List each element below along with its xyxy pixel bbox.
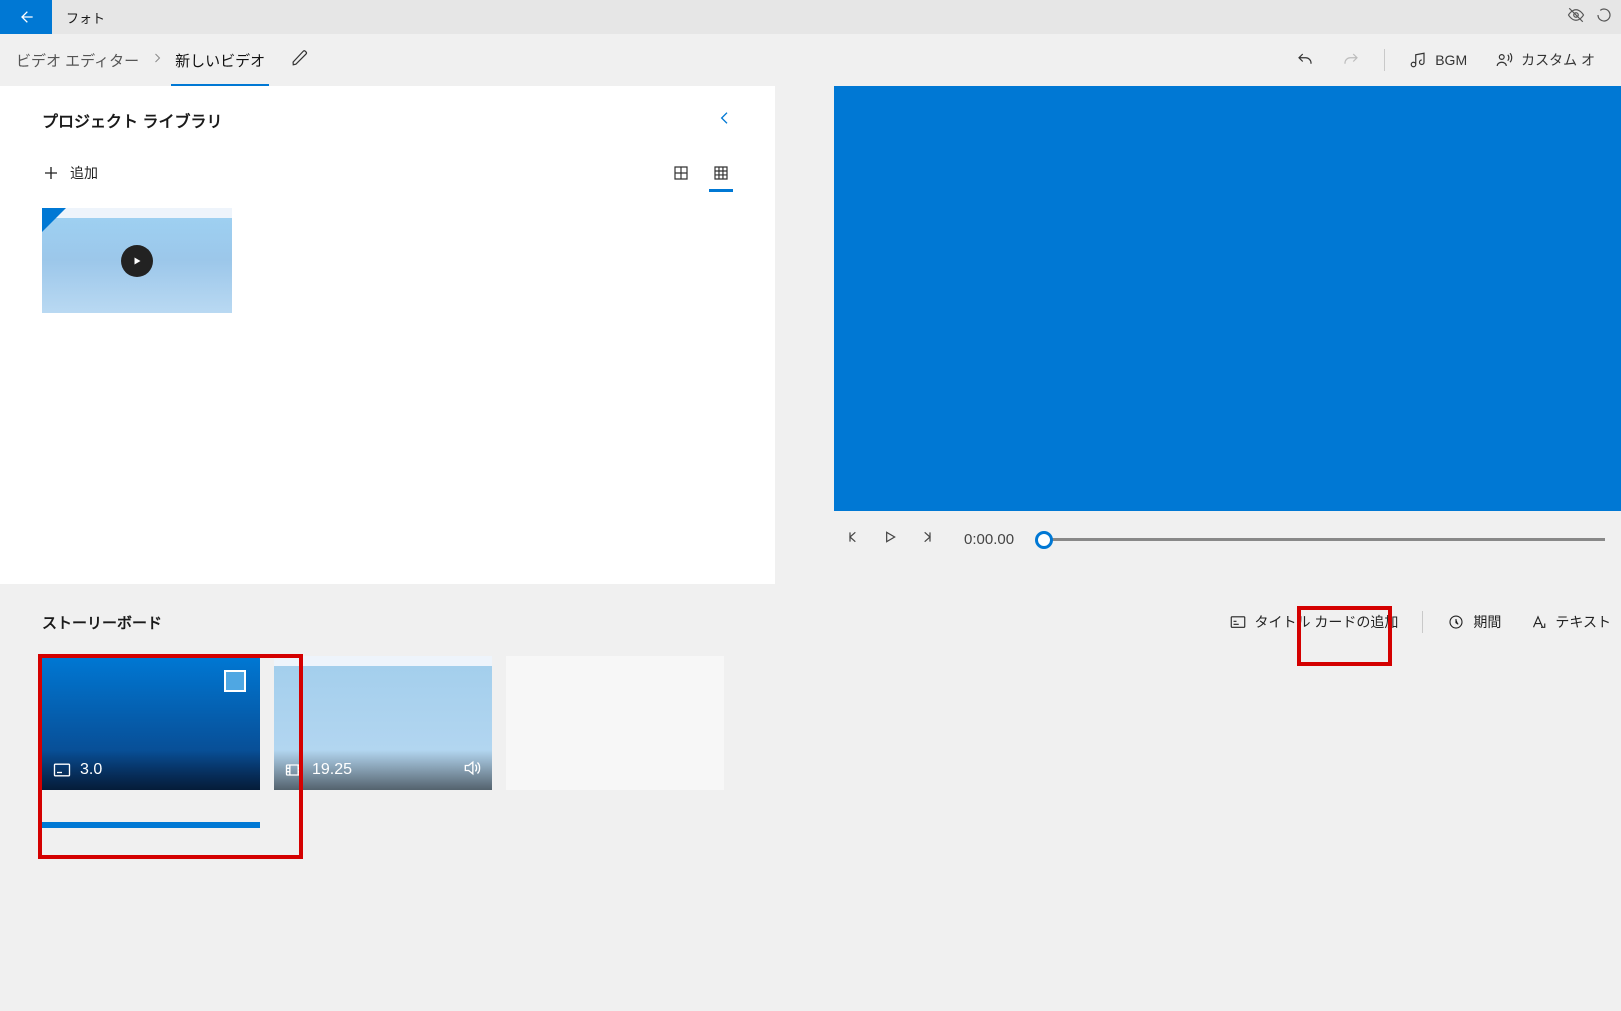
app-title: フォト (66, 8, 105, 27)
text-icon (1529, 613, 1547, 631)
storyboard-thumbnail: 3.0 (42, 656, 260, 790)
clock-icon (1447, 613, 1465, 631)
seek-knob[interactable] (1035, 531, 1053, 549)
collapse-library-button[interactable] (717, 110, 733, 131)
selected-marker-icon (42, 208, 66, 232)
toolbar-separator (1384, 49, 1385, 71)
frame-forward-button[interactable] (918, 529, 934, 550)
visibility-off-icon[interactable] (1567, 6, 1585, 29)
play-button[interactable] (882, 529, 898, 550)
title-card-icon (52, 760, 72, 780)
library-title: プロジェクト ライブラリ (42, 108, 222, 132)
add-title-card-label: タイトル カードの追加 (1255, 612, 1399, 632)
library-clip[interactable] (42, 208, 232, 313)
storyboard-panel: ストーリーボード タイトル カードの追加 期間 テキスト (0, 610, 1621, 1011)
grid-3x3-icon (712, 164, 730, 182)
storyboard-item-title[interactable]: 3.0 (42, 656, 260, 816)
undo-button[interactable] (1282, 45, 1328, 75)
undo-icon (1296, 51, 1314, 69)
preview-canvas (834, 86, 1621, 511)
duration-label: 期間 (1473, 612, 1501, 632)
chevron-left-icon (717, 110, 733, 126)
preview-panel: 0:00.00 (834, 86, 1621, 584)
storyboard-item-video[interactable]: 19.25 (274, 656, 492, 816)
grid-2x2-icon (672, 164, 690, 182)
bgm-label: BGM (1435, 52, 1467, 68)
arrow-left-icon (18, 9, 34, 25)
filmstrip-icon (284, 760, 304, 780)
selection-underline (42, 822, 260, 828)
add-media-label: 追加 (70, 163, 98, 183)
storyboard-separator (1422, 611, 1423, 633)
text-button[interactable]: テキスト (1519, 610, 1621, 634)
refresh-icon[interactable] (1595, 6, 1613, 29)
add-media-button[interactable]: 追加 (42, 163, 98, 183)
frame-back-button[interactable] (846, 529, 862, 550)
redo-icon (1342, 51, 1360, 69)
chevron-right-icon (151, 51, 163, 69)
custom-audio-label: カスタム オ (1521, 50, 1595, 70)
person-audio-icon (1495, 51, 1513, 69)
text-label: テキスト (1555, 612, 1611, 632)
custom-audio-button[interactable]: カスタム オ (1481, 44, 1609, 76)
step-back-icon (846, 529, 862, 545)
music-icon (1409, 51, 1427, 69)
storyboard-duration: 3.0 (80, 761, 102, 779)
breadcrumb-root[interactable]: ビデオ エディター (12, 44, 143, 77)
plus-icon (42, 164, 60, 182)
add-title-card-button[interactable]: タイトル カードの追加 (1219, 610, 1409, 634)
toolbar: ビデオ エディター 新しいビデオ BGM カスタム オ (0, 34, 1621, 86)
storyboard-item-placeholder[interactable] (506, 656, 724, 816)
project-library-panel: プロジェクト ライブラリ 追加 (0, 86, 775, 584)
pencil-icon (291, 49, 309, 67)
rename-button[interactable] (291, 49, 309, 72)
seek-bar[interactable] (1044, 538, 1605, 541)
breadcrumb-project[interactable]: 新しいビデオ (171, 44, 269, 77)
duration-button[interactable]: 期間 (1437, 610, 1511, 634)
title-bar: フォト (0, 0, 1621, 34)
view-small-grid-button[interactable] (709, 162, 733, 184)
redo-button (1328, 45, 1374, 75)
audio-icon (462, 758, 482, 783)
back-button[interactable] (0, 0, 52, 34)
play-icon (131, 255, 143, 267)
overlay-chip-icon (224, 670, 246, 692)
title-card-icon (1229, 613, 1247, 631)
step-forward-icon (918, 529, 934, 545)
view-large-grid-button[interactable] (669, 162, 693, 184)
play-overlay-button[interactable] (121, 245, 153, 277)
play-icon (882, 529, 898, 545)
storyboard-title: ストーリーボード (42, 612, 162, 633)
bgm-button[interactable]: BGM (1395, 45, 1481, 75)
storyboard-thumbnail (506, 656, 724, 790)
timecode: 0:00.00 (964, 531, 1014, 548)
storyboard-thumbnail: 19.25 (274, 656, 492, 790)
storyboard-duration: 19.25 (312, 761, 352, 779)
